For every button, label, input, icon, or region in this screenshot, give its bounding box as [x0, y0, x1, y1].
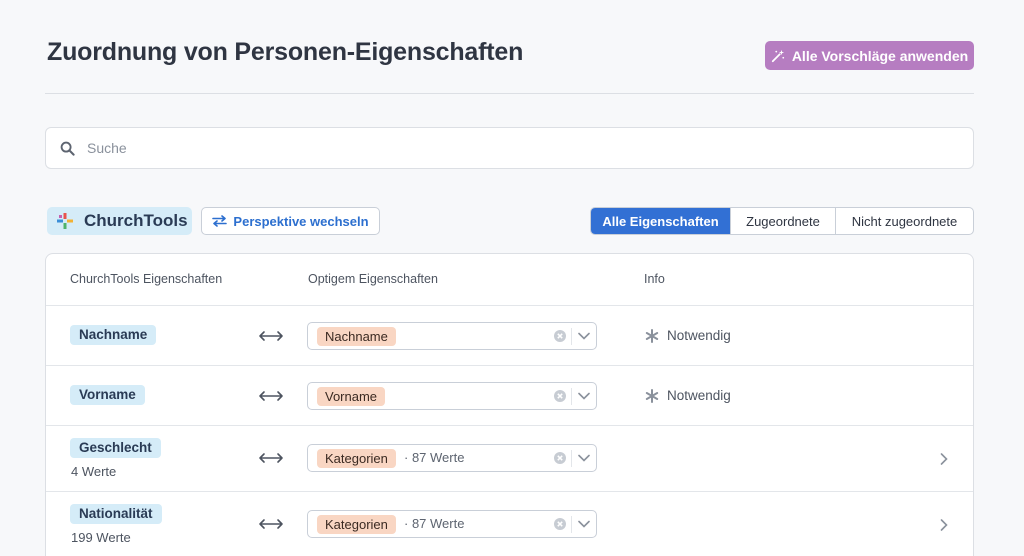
filter-all[interactable]: Alle Eigenschaften	[591, 208, 730, 234]
apply-all-label: Alle Vorschläge anwenden	[791, 47, 969, 64]
target-property-select[interactable]: Kategorien · 87 Werte	[307, 510, 597, 538]
bidirectional-arrow-icon	[259, 391, 283, 401]
column-header-optigem: Optigem Eigenschaften	[308, 272, 438, 286]
source-property-tag: Geschlecht	[70, 438, 161, 458]
search-icon	[60, 141, 75, 156]
filter-segmented-control: Alle Eigenschaften Zugeordnete Nicht zug…	[590, 207, 974, 235]
target-value-count: · 87 Werte	[404, 450, 465, 465]
select-separator	[571, 328, 572, 345]
source-property-tag: Nationalität	[70, 504, 162, 524]
apply-all-suggestions-button[interactable]: Alle Vorschläge anwenden	[765, 41, 974, 70]
clear-icon[interactable]	[554, 452, 566, 464]
page-title: Zuordnung von Personen-Eigenschaften	[47, 38, 524, 66]
chevron-down-icon[interactable]	[578, 392, 590, 400]
info-required: Notwendig	[645, 388, 731, 403]
clear-icon[interactable]	[554, 390, 566, 402]
source-property-tag: Nachname	[70, 325, 157, 345]
chevron-down-icon[interactable]	[578, 332, 590, 340]
source-property-tag: Vorname	[70, 385, 145, 405]
asterisk-icon	[645, 328, 659, 343]
info-text: Notwendig	[667, 328, 731, 343]
column-header-info: Info	[644, 272, 665, 286]
clear-icon[interactable]	[554, 518, 566, 530]
filter-assigned[interactable]: Zugeordnete	[730, 208, 835, 234]
search-box	[45, 127, 974, 169]
chevron-right-icon[interactable]	[940, 519, 948, 531]
chevron-down-icon[interactable]	[578, 454, 590, 462]
select-separator	[571, 388, 572, 405]
info-text: Notwendig	[667, 388, 731, 403]
table-row[interactable]: Geschlecht 4 Werte Kategorien · 87 Werte	[46, 425, 973, 491]
target-property-select[interactable]: Vorname	[307, 382, 597, 410]
source-value-count: 199 Werte	[71, 530, 131, 545]
target-property-chip: Kategorien	[317, 515, 396, 534]
bidirectional-arrow-icon	[259, 519, 283, 529]
info-required: Notwendig	[645, 328, 731, 343]
source-value-count: 4 Werte	[71, 464, 117, 479]
swap-arrows-icon	[212, 215, 228, 227]
mapping-table: ChurchTools Eigenschaften Optigem Eigens…	[45, 253, 974, 556]
switch-perspective-button[interactable]: Perspektive wechseln	[201, 207, 380, 235]
target-property-chip: Nachname	[317, 327, 396, 346]
asterisk-icon	[645, 388, 659, 403]
chevron-down-icon[interactable]	[578, 520, 590, 528]
source-system-label: ChurchTools	[84, 211, 188, 230]
churchtools-logo-icon	[57, 213, 73, 229]
chevron-right-icon[interactable]	[940, 453, 948, 465]
column-header-churchtools: ChurchTools Eigenschaften	[70, 272, 223, 286]
switch-perspective-label: Perspektive wechseln	[233, 213, 369, 229]
table-row: Nachname Nachname Notwendig	[46, 305, 973, 365]
source-system-badge: ChurchTools	[47, 207, 192, 235]
bidirectional-arrow-icon	[259, 331, 283, 341]
target-value-count: · 87 Werte	[404, 516, 465, 531]
target-property-chip: Kategorien	[317, 449, 396, 468]
table-row[interactable]: Nationalität 199 Werte Kategorien · 87 W…	[46, 491, 973, 556]
search-input[interactable]	[87, 140, 887, 156]
target-property-select[interactable]: Kategorien · 87 Werte	[307, 444, 597, 472]
table-row: Vorname Vorname Notwendig	[46, 365, 973, 425]
bidirectional-arrow-icon	[259, 453, 283, 463]
header-divider	[45, 93, 974, 94]
filter-unassigned[interactable]: Nicht zugeordnete	[835, 208, 973, 234]
target-property-select[interactable]: Nachname	[307, 322, 597, 350]
select-separator	[571, 516, 572, 533]
magic-wand-icon	[771, 49, 784, 62]
clear-icon[interactable]	[554, 330, 566, 342]
select-separator	[571, 450, 572, 467]
target-property-chip: Vorname	[317, 387, 386, 406]
